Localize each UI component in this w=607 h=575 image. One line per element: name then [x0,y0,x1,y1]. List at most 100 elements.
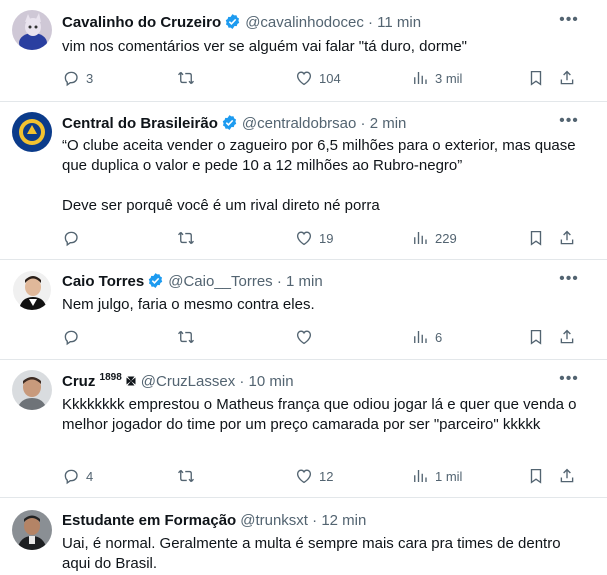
handle[interactable]: @trunksxt [240,512,308,529]
name-superscript: 1898 [99,372,122,383]
more-icon[interactable]: ••• [557,12,581,34]
verified-badge-icon [149,273,163,288]
heart-icon [295,467,313,485]
tweet-text: “O clube aceita vender o zagueiro por 6,… [62,137,576,214]
tweet[interactable]: Caio Torres @Caio__Torres · 1 min ••• Nem… [0,260,607,360]
display-name[interactable]: Cruz [62,373,95,390]
avatar[interactable] [12,370,52,410]
views-icon [411,467,429,485]
share-button[interactable] [558,228,576,248]
views-button[interactable]: 1 mil [411,466,462,486]
avatar[interactable] [12,112,52,152]
tweet-actions: 19 229 [62,228,582,248]
tweet-actions: 3 104 3 mil [62,68,582,88]
separator: · [368,14,373,31]
tweet[interactable]: Cruz 1898 @CruzLassex · 10 min ••• Kkkkkk… [0,360,607,498]
view-count: 6 [435,329,443,345]
bookmark-button[interactable] [527,228,545,248]
separator: · [276,273,282,290]
reply-icon [62,328,80,346]
handle[interactable]: @centraldobrsao [242,115,356,132]
timestamp[interactable]: 10 min [249,373,294,390]
tweet[interactable]: Central do Brasileirão @centraldobrsao · … [0,102,607,260]
like-count: 12 [319,468,334,484]
tweet-actions: 6 [62,327,582,347]
like-button[interactable]: 104 [295,68,341,88]
share-icon [558,229,576,247]
tweet-header: Estudante em Formação @trunksxt · 12 min [62,510,557,532]
share-icon [558,328,576,346]
retweet-button[interactable] [177,68,195,88]
tweet-text: Uai, é normal. Geralmente a multa é semp… [62,535,561,572]
retweet-button[interactable] [177,228,195,248]
like-button[interactable]: 12 [295,466,333,486]
avatar[interactable] [12,270,52,310]
verified-badge-icon [225,14,240,29]
replies-feed: Cavalinho do Cruzeiro @cavalinhodocec · 1… [0,0,607,575]
handle[interactable]: @cavalinhodocec [245,14,364,31]
bookmark-button[interactable] [527,68,545,88]
views-icon [411,229,429,247]
view-count: 1 mil [435,468,463,484]
retweet-button[interactable] [177,327,195,347]
views-icon [411,328,429,346]
bookmark-icon [527,467,545,485]
views-button[interactable]: 229 [411,228,457,248]
reply-button[interactable] [62,228,80,248]
display-name[interactable]: Caio Torres [62,273,144,290]
heart-icon [295,69,313,87]
reply-button[interactable]: 3 [62,68,93,88]
like-count: 104 [319,70,341,86]
more-icon[interactable]: ••• [557,113,581,135]
retweet-icon [177,229,195,247]
share-button[interactable] [558,68,576,88]
reply-icon [62,229,80,247]
bookmark-icon [527,328,545,346]
bookmark-button[interactable] [527,466,545,486]
bookmark-icon [527,69,545,87]
bookmark-icon [527,229,545,247]
share-icon [558,467,576,485]
more-icon[interactable]: ••• [557,371,581,393]
tweet-header: Cruz 1898 @CruzLassex · 10 min [62,371,557,393]
timestamp[interactable]: 1 min [286,273,323,290]
like-button[interactable] [295,327,313,347]
timestamp[interactable]: 2 min [370,115,407,132]
views-icon [411,69,429,87]
avatar[interactable] [12,10,52,50]
maltese-cross-icon [126,376,136,386]
avatar[interactable] [12,510,52,550]
timestamp[interactable]: 11 min [377,14,421,31]
timestamp[interactable]: 12 min [321,512,366,529]
tweet-text: Kkkkkkkk emprestou o Matheus frança que … [62,396,577,433]
tweet-header: Caio Torres @Caio__Torres · 1 min [62,271,557,293]
reply-button[interactable]: 4 [62,466,93,486]
bookmark-button[interactable] [527,327,545,347]
display-name[interactable]: Estudante em Formação [62,512,236,529]
retweet-icon [177,69,195,87]
display-name[interactable]: Central do Brasileirão [62,115,218,132]
tweet-actions: 4 12 1 mil [62,466,582,486]
retweet-icon [177,467,195,485]
view-count: 229 [435,230,457,246]
handle[interactable]: @CruzLassex [141,373,235,390]
share-button[interactable] [558,466,576,486]
like-button[interactable]: 19 [295,228,333,248]
handle[interactable]: @Caio__Torres [168,273,272,290]
share-button[interactable] [558,327,576,347]
tweet[interactable]: Estudante em Formação @trunksxt · 12 min … [0,498,607,575]
reply-button[interactable] [62,327,80,347]
reply-count: 4 [86,468,94,484]
like-count: 19 [319,230,334,246]
tweet-text: Nem julgo, faria o mesmo contra eles. [62,296,315,313]
more-icon[interactable]: ••• [557,271,581,293]
views-button[interactable]: 6 [411,327,442,347]
retweet-icon [177,328,195,346]
separator: · [239,373,245,390]
views-button[interactable]: 3 mil [411,68,462,88]
retweet-button[interactable] [177,466,195,486]
display-name[interactable]: Cavalinho do Cruzeiro [62,14,221,31]
reply-icon [62,69,80,87]
tweet[interactable]: Cavalinho do Cruzeiro @cavalinhodocec · 1… [0,0,607,102]
reply-icon [62,467,80,485]
